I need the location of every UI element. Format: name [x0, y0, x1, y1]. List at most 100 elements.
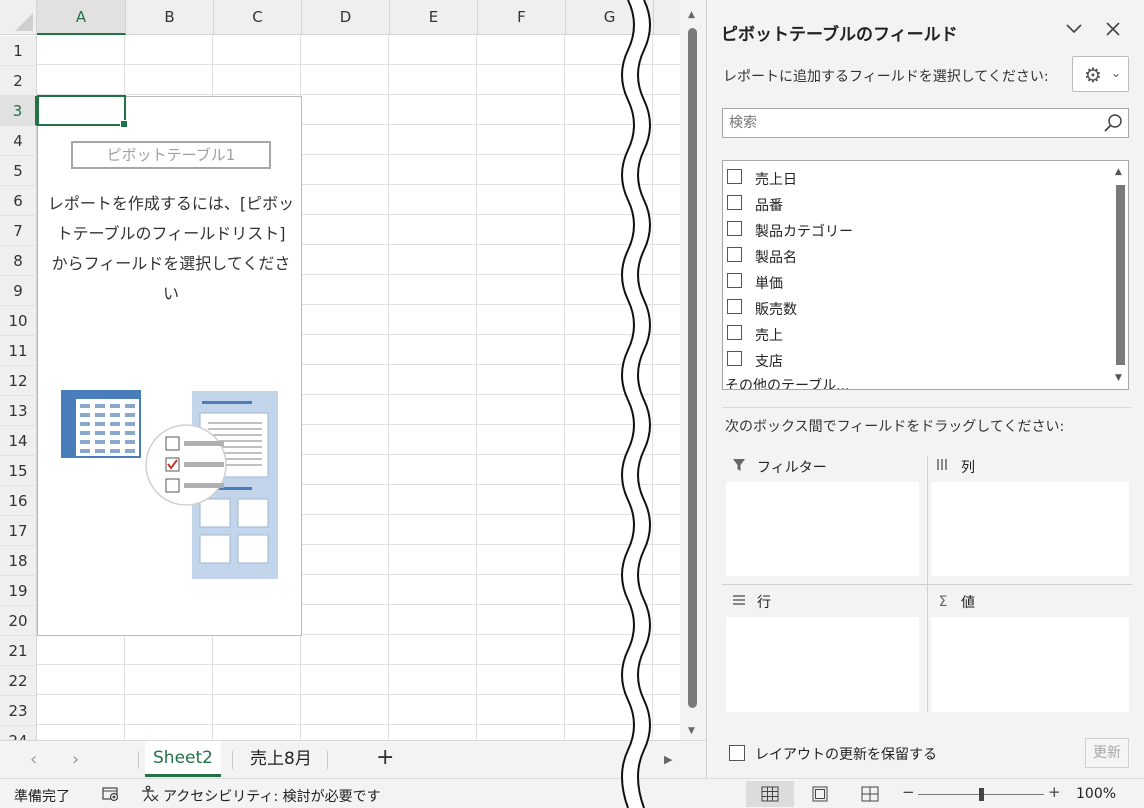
field-item[interactable]: 製品名 — [727, 245, 797, 269]
area-header-filter: フィルター — [731, 456, 827, 478]
row-header-7[interactable]: 7 — [0, 216, 37, 246]
areas-prompt: 次のボックス間でフィールドをドラッグしてください: — [725, 419, 1065, 435]
scroll-up-icon[interactable]: ▲ — [1115, 167, 1122, 177]
field-label: 品番 — [755, 198, 783, 214]
chevron-down-icon[interactable] — [1065, 20, 1083, 39]
row-header-6[interactable]: 6 — [0, 186, 37, 216]
row-header-5[interactable]: 5 — [0, 156, 37, 186]
zoom-in-button[interactable]: + — [1048, 783, 1061, 801]
scroll-down-icon[interactable]: ▼ — [688, 726, 695, 736]
scrollbar-thumb[interactable] — [688, 28, 697, 708]
zoom-level[interactable]: 100% — [1076, 786, 1116, 802]
field-item[interactable]: 品番 — [727, 193, 783, 217]
pivot-table-placeholder[interactable]: ピボットテーブル1 レポートを作成するには、[ピボットテーブルのフィールドリスト… — [37, 96, 302, 636]
search-icon[interactable] — [1102, 112, 1124, 138]
row-header-15[interactable]: 15 — [0, 456, 37, 486]
vertical-scrollbar[interactable]: ▲ ▼ — [680, 0, 706, 740]
row-header-22[interactable]: 22 — [0, 666, 37, 696]
sheet-tab-uriage-8gatsu[interactable]: 売上8月 — [242, 741, 320, 777]
macro-record-icon[interactable] — [102, 786, 120, 806]
scroll-right-icon[interactable]: ▶ — [664, 753, 672, 766]
field-item[interactable]: 支店 — [727, 349, 783, 373]
more-tables-link[interactable]: その他のテーブル... — [725, 375, 850, 389]
status-bar: 準備完了 アクセシビリティ: 検討が必要です − + 100% — [0, 778, 1144, 808]
zoom-out-button[interactable]: − — [902, 783, 915, 801]
chevron-down-icon: ⌄ — [1111, 66, 1122, 80]
scrollbar-thumb[interactable] — [1116, 185, 1125, 365]
chevron-right-icon[interactable]: › — [72, 749, 79, 770]
row-header-11[interactable]: 11 — [0, 336, 37, 366]
field-checkbox[interactable] — [727, 350, 742, 366]
tools-settings-button[interactable]: ⚙ ⌄ — [1072, 56, 1129, 92]
field-label: 製品カテゴリー — [755, 224, 853, 240]
update-button[interactable]: 更新 — [1085, 738, 1129, 768]
field-item[interactable]: 単価 — [727, 271, 783, 295]
column-header-e[interactable]: E — [390, 0, 478, 35]
row-header-23[interactable]: 23 — [0, 696, 37, 726]
column-header-f[interactable]: F — [478, 0, 566, 35]
field-checkbox[interactable] — [727, 194, 742, 210]
worksheet-grid[interactable]: A B C D E F G 1 2 3 4 5 6 7 8 9 10 11 12… — [0, 0, 680, 740]
columns-icon — [935, 458, 951, 476]
row-header-8[interactable]: 8 — [0, 246, 37, 276]
column-header-a[interactable]: A — [37, 0, 126, 35]
grid-view-icon — [761, 786, 779, 802]
field-label: 売上 — [755, 328, 783, 344]
pivot-table-name: ピボットテーブル1 — [71, 141, 271, 169]
close-icon[interactable] — [1105, 18, 1121, 42]
field-checkbox[interactable] — [727, 272, 742, 288]
row-header-1[interactable]: 1 — [0, 36, 37, 66]
field-checkbox[interactable] — [727, 168, 742, 184]
zoom-slider-thumb[interactable] — [979, 788, 984, 801]
columns-drop-area[interactable] — [931, 482, 1129, 576]
scroll-up-icon[interactable]: ▲ — [688, 10, 695, 20]
field-checkbox[interactable] — [727, 324, 742, 340]
row-header-13[interactable]: 13 — [0, 396, 37, 426]
accessibility-status[interactable]: アクセシビリティ: 検討が必要です — [141, 785, 381, 807]
row-header-12[interactable]: 12 — [0, 366, 37, 396]
field-search-box[interactable] — [722, 108, 1129, 138]
row-header-16[interactable]: 16 — [0, 486, 37, 516]
field-item[interactable]: 販売数 — [727, 297, 797, 321]
row-header-17[interactable]: 17 — [0, 516, 37, 546]
sheet-tab-sheet2[interactable]: Sheet2 — [145, 741, 221, 777]
select-all-corner[interactable] — [0, 0, 37, 35]
page-break-view-button[interactable] — [846, 781, 894, 807]
row-header-3[interactable]: 3 — [0, 96, 37, 126]
field-item[interactable]: 売上日 — [727, 167, 797, 191]
row-header-2[interactable]: 2 — [0, 66, 37, 96]
active-cell-a3[interactable] — [37, 95, 128, 128]
row-header-10[interactable]: 10 — [0, 306, 37, 336]
page-break-icon — [861, 786, 879, 802]
add-sheet-button[interactable]: + — [376, 745, 394, 770]
scroll-down-icon[interactable]: ▼ — [1115, 373, 1122, 383]
chevron-left-icon[interactable]: ‹ — [30, 749, 37, 770]
field-checkbox[interactable] — [727, 220, 742, 236]
rows-drop-area[interactable] — [726, 617, 919, 712]
row-header-18[interactable]: 18 — [0, 546, 37, 576]
row-header-24[interactable]: 24 — [0, 726, 37, 740]
row-header-9[interactable]: 9 — [0, 276, 37, 306]
field-list-scrollbar[interactable]: ▲ ▼ — [1114, 165, 1126, 387]
field-checkbox[interactable] — [727, 246, 742, 262]
row-header-14[interactable]: 14 — [0, 426, 37, 456]
field-item[interactable]: 製品カテゴリー — [727, 219, 853, 243]
column-header-b[interactable]: B — [126, 0, 214, 35]
row-header-20[interactable]: 20 — [0, 606, 37, 636]
field-checkbox[interactable] — [727, 298, 742, 314]
row-header-4[interactable]: 4 — [0, 126, 37, 156]
column-header-d[interactable]: D — [302, 0, 390, 35]
row-header-19[interactable]: 19 — [0, 576, 37, 606]
row-header-21[interactable]: 21 — [0, 636, 37, 666]
page-layout-view-button[interactable] — [796, 781, 844, 807]
defer-update-checkbox[interactable] — [729, 745, 745, 761]
column-header-c[interactable]: C — [214, 0, 302, 35]
field-label: 単価 — [755, 276, 783, 292]
divider — [927, 456, 928, 712]
field-item[interactable]: 売上 — [727, 323, 783, 347]
normal-view-button[interactable] — [746, 781, 794, 807]
values-drop-area[interactable] — [931, 617, 1129, 712]
field-search-input[interactable] — [729, 113, 1089, 133]
tab-divider — [138, 751, 139, 769]
filter-drop-area[interactable] — [726, 482, 919, 576]
